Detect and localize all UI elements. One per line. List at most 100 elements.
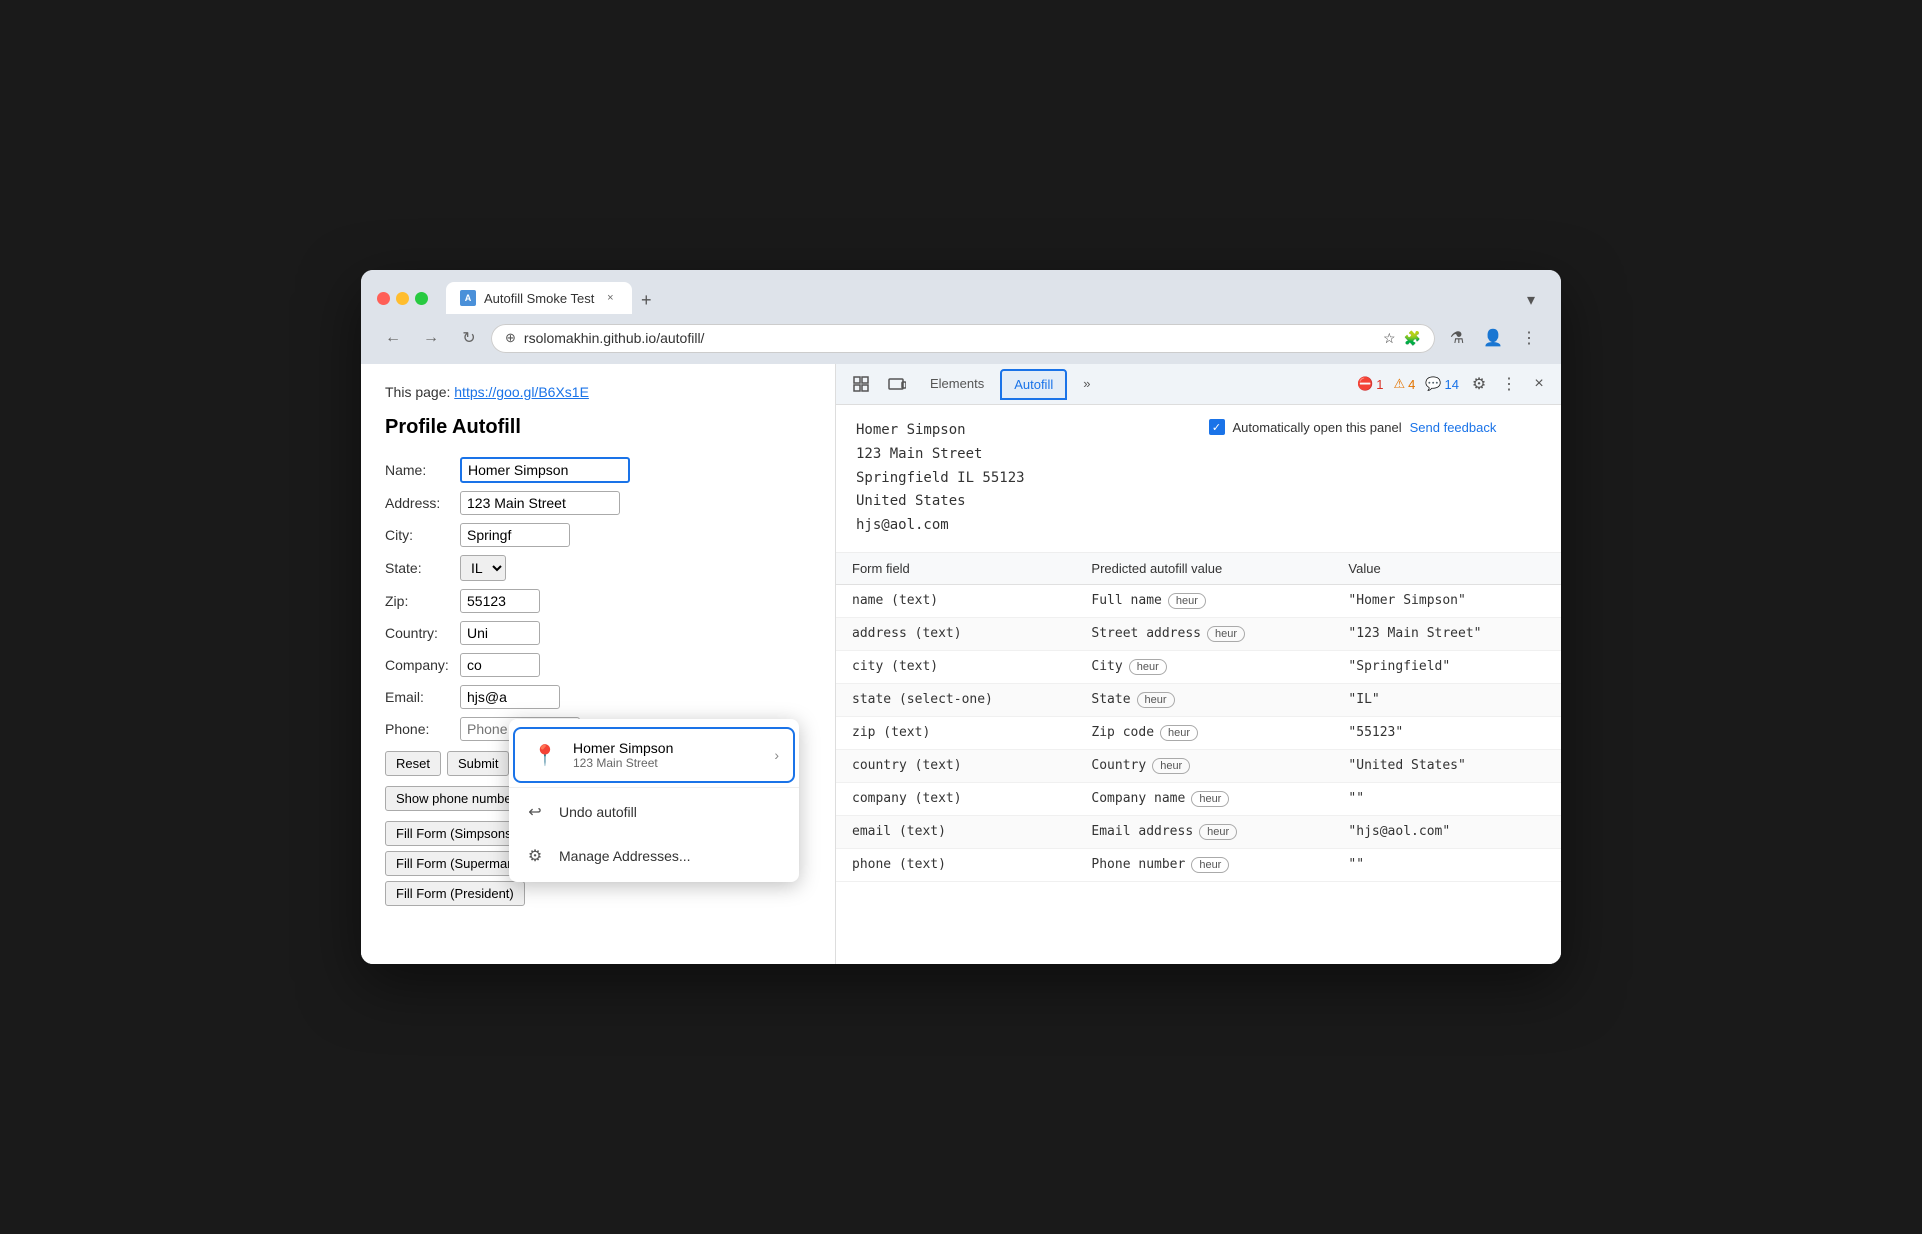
webpage-panel: This page: https://goo.gl/B6Xs1E Profile… bbox=[361, 364, 836, 964]
tab-title: Autofill Smoke Test bbox=[484, 291, 594, 306]
field-cell: address (text) bbox=[836, 617, 1075, 650]
heur-badge: heur bbox=[1152, 758, 1190, 774]
heur-badge: heur bbox=[1191, 791, 1229, 807]
predicted-cell: Phone numberheur bbox=[1075, 848, 1332, 881]
predicted-cell: Zip codeheur bbox=[1075, 716, 1332, 749]
field-cell: name (text) bbox=[836, 584, 1075, 617]
auto-open-checkbox[interactable]: ✓ bbox=[1209, 419, 1225, 435]
form-row-address: Address: bbox=[385, 491, 811, 515]
heur-badge: heur bbox=[1137, 692, 1175, 708]
value-cell: "IL" bbox=[1332, 683, 1561, 716]
minimize-traffic-light[interactable] bbox=[396, 292, 409, 305]
phone-label: Phone: bbox=[385, 721, 460, 737]
state-select[interactable]: IL bbox=[460, 555, 506, 581]
autofill-tab[interactable]: Autofill bbox=[1000, 369, 1067, 400]
maximize-traffic-light[interactable] bbox=[415, 292, 428, 305]
table-row: email (text) Email addressheur "hjs@aol.… bbox=[836, 815, 1561, 848]
tab-favicon: A bbox=[460, 290, 476, 306]
error-icon: ⛔ bbox=[1357, 376, 1373, 392]
table-row: state (select-one) Stateheur "IL" bbox=[836, 683, 1561, 716]
page-link-prefix: This page: bbox=[385, 384, 450, 400]
autofill-profile-info: Homer Simpson 123 Main Street bbox=[573, 740, 762, 770]
field-cell: country (text) bbox=[836, 749, 1075, 782]
zip-input[interactable] bbox=[460, 589, 540, 613]
reset-button[interactable]: Reset bbox=[385, 751, 441, 776]
show-phone-button[interactable]: Show phone number bbox=[385, 786, 527, 811]
state-label: State: bbox=[385, 560, 460, 576]
heur-badge: heur bbox=[1191, 857, 1229, 873]
tab-close-button[interactable]: × bbox=[602, 290, 618, 306]
predicted-cell: Company nameheur bbox=[1075, 782, 1332, 815]
close-traffic-light[interactable] bbox=[377, 292, 390, 305]
form-row-city: City: bbox=[385, 523, 811, 547]
address-text: rsolomakhin.github.io/autofill/ bbox=[524, 330, 1375, 346]
toolbar: ← → ↻ ⊕ rsolomakhin.github.io/autofill/ … bbox=[361, 314, 1561, 364]
profile-icon[interactable]: 👤 bbox=[1477, 322, 1509, 354]
page-link[interactable]: https://goo.gl/B6Xs1E bbox=[454, 384, 589, 400]
fill-president-button[interactable]: Fill Form (President) bbox=[385, 881, 525, 906]
country-label: Country: bbox=[385, 625, 460, 641]
table-row: city (text) Cityheur "Springfield" bbox=[836, 650, 1561, 683]
menu-icon[interactable]: ⋮ bbox=[1513, 322, 1545, 354]
submit-button[interactable]: Submit bbox=[447, 751, 509, 776]
responsive-icon[interactable] bbox=[880, 364, 914, 404]
traffic-lights bbox=[377, 292, 428, 305]
autofill-profile-item[interactable]: 📍 Homer Simpson 123 Main Street › bbox=[513, 727, 795, 783]
undo-autofill-item[interactable]: ↩ Undo autofill bbox=[509, 790, 799, 834]
autofill-arrow-icon: › bbox=[774, 747, 779, 763]
heur-badge: heur bbox=[1207, 626, 1245, 642]
send-feedback-link[interactable]: Send feedback bbox=[1410, 420, 1497, 435]
address-label: Address: bbox=[385, 495, 460, 511]
back-button[interactable]: ← bbox=[377, 322, 409, 354]
email-input[interactable] bbox=[460, 685, 560, 709]
company-input[interactable] bbox=[460, 653, 540, 677]
field-cell: email (text) bbox=[836, 815, 1075, 848]
predicted-cell: Countryheur bbox=[1075, 749, 1332, 782]
devtools-panel: Elements Autofill » ⛔ 1 ⚠ 4 💬 14 ⚙ ⋮ bbox=[836, 364, 1561, 964]
fill-simpsons-button[interactable]: Fill Form (Simpsons) bbox=[385, 821, 527, 846]
name-input[interactable] bbox=[460, 457, 630, 483]
tab-dropdown-button[interactable]: ▾ bbox=[1517, 286, 1545, 314]
address-input[interactable] bbox=[460, 491, 620, 515]
toolbar-icons: ⚗ 👤 ⋮ bbox=[1441, 322, 1545, 354]
browser-window: A Autofill Smoke Test × + ▾ ← → ↻ ⊕ rsol… bbox=[361, 270, 1561, 964]
predicted-cell: Email addressheur bbox=[1075, 815, 1332, 848]
value-cell: "123 Main Street" bbox=[1332, 617, 1561, 650]
errors-count: 1 bbox=[1376, 377, 1383, 392]
value-cell: "" bbox=[1332, 848, 1561, 881]
info-badge: 💬 14 bbox=[1421, 376, 1463, 392]
devtools-close-button[interactable]: × bbox=[1525, 370, 1553, 398]
page-link-line: This page: https://goo.gl/B6Xs1E bbox=[385, 384, 811, 400]
autofill-divider bbox=[509, 787, 799, 788]
autofill-profile-name: Homer Simpson bbox=[573, 740, 762, 756]
devtools-more-button[interactable]: ⋮ bbox=[1495, 370, 1523, 398]
errors-badge: ⛔ 1 bbox=[1353, 376, 1387, 392]
undo-icon: ↩ bbox=[523, 800, 547, 824]
city-input[interactable] bbox=[460, 523, 570, 547]
forward-button[interactable]: → bbox=[415, 322, 447, 354]
predicted-cell: Street addressheur bbox=[1075, 617, 1332, 650]
page-heading: Profile Autofill bbox=[385, 416, 811, 439]
address-bar[interactable]: ⊕ rsolomakhin.github.io/autofill/ ☆ 🧩 bbox=[491, 324, 1435, 353]
address-star-icon[interactable]: ☆ bbox=[1383, 330, 1396, 347]
col-value: Value bbox=[1332, 553, 1561, 585]
heur-badge: heur bbox=[1199, 824, 1237, 840]
address-line-5: hjs@aol.com bbox=[856, 514, 1189, 538]
country-input[interactable] bbox=[460, 621, 540, 645]
new-tab-button[interactable]: + bbox=[632, 286, 660, 314]
elements-tab[interactable]: Elements bbox=[916, 368, 998, 401]
refresh-button[interactable]: ↻ bbox=[453, 322, 485, 354]
predicted-cell: Full nameheur bbox=[1075, 584, 1332, 617]
auto-open-row: ✓ Automatically open this panel Send fee… bbox=[1209, 419, 1542, 435]
lab-icon[interactable]: ⚗ bbox=[1441, 322, 1473, 354]
tab-bar: A Autofill Smoke Test × + ▾ bbox=[446, 282, 1545, 314]
settings-button[interactable]: ⚙ bbox=[1465, 370, 1493, 398]
inspector-icon[interactable] bbox=[844, 364, 878, 404]
address-extension-icon[interactable]: 🧩 bbox=[1404, 330, 1421, 347]
col-form-field: Form field bbox=[836, 553, 1075, 585]
browser-tab[interactable]: A Autofill Smoke Test × bbox=[446, 282, 632, 314]
manage-addresses-item[interactable]: ⚙ Manage Addresses... bbox=[509, 834, 799, 878]
more-tabs-button[interactable]: » bbox=[1069, 368, 1104, 401]
value-cell: "Homer Simpson" bbox=[1332, 584, 1561, 617]
address-tune-icon: ⊕ bbox=[505, 330, 516, 346]
